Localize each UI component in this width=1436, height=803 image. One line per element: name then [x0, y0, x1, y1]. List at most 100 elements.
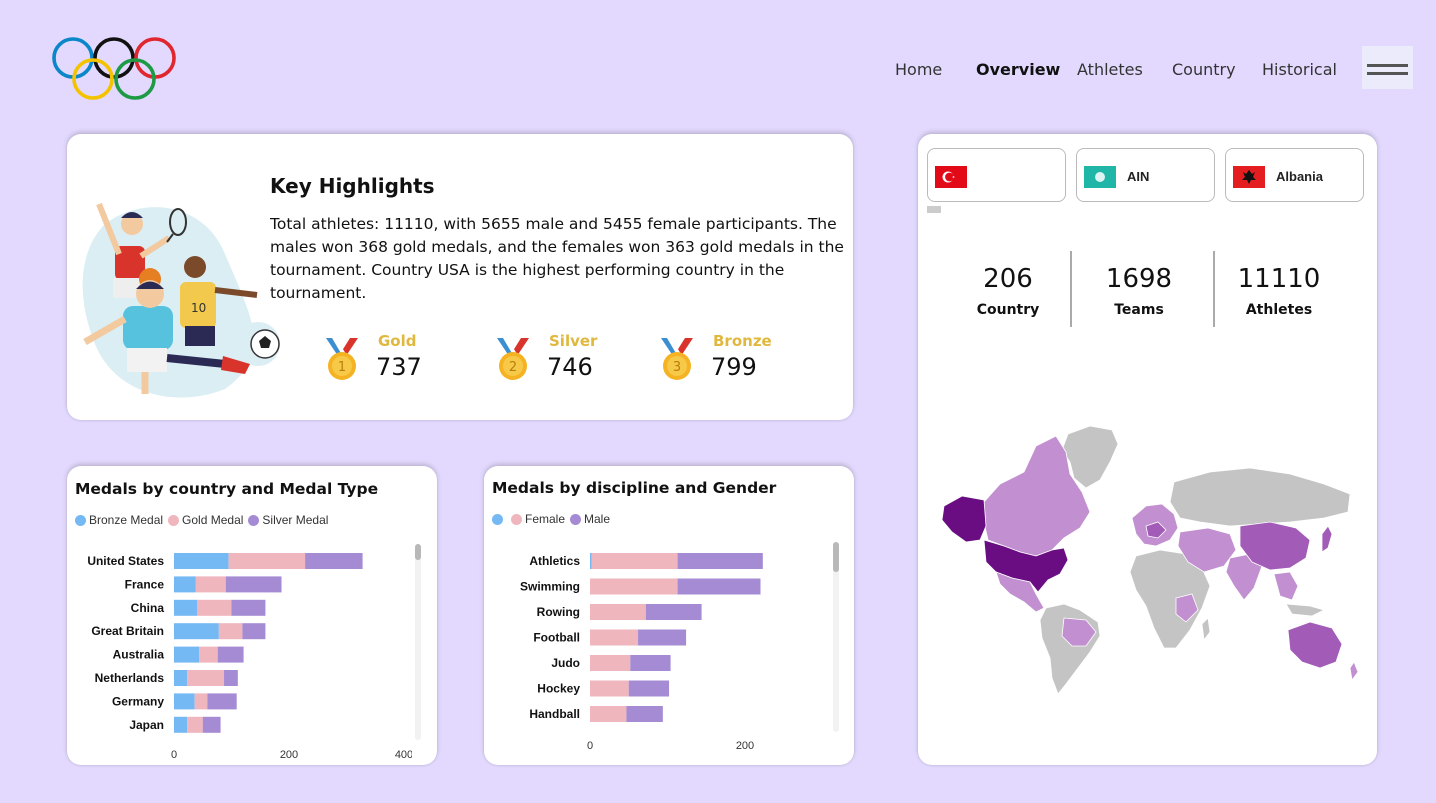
- category-label: Judo: [551, 656, 580, 670]
- legend-item[interactable]: Male: [570, 512, 610, 526]
- map-region[interactable]: [1201, 617, 1211, 642]
- legend-swatch: [248, 514, 260, 526]
- bar-segment[interactable]: [638, 629, 687, 646]
- map-region[interactable]: [1287, 621, 1343, 669]
- chart-scrollbar[interactable]: [833, 542, 839, 732]
- bar-segment[interactable]: [630, 655, 671, 671]
- bar-segment[interactable]: [195, 576, 226, 593]
- country-overview-card: AIN Albania 206 Country 1698 Teams 11110…: [918, 134, 1377, 765]
- bar-segment[interactable]: [225, 576, 282, 593]
- nav-historical[interactable]: Historical: [1262, 60, 1337, 79]
- bar-segment[interactable]: [197, 599, 232, 616]
- bronze-label: Bronze: [713, 332, 772, 350]
- bar-segment[interactable]: [645, 604, 702, 620]
- bar-segment[interactable]: [174, 599, 197, 616]
- bar-segment[interactable]: [677, 553, 763, 569]
- bar-segment[interactable]: [231, 599, 266, 616]
- nav-athletes[interactable]: Athletes: [1077, 60, 1143, 79]
- bar-segment[interactable]: [305, 553, 363, 569]
- scrollbar-thumb[interactable]: [415, 544, 421, 560]
- silver-count: 746: [547, 353, 593, 381]
- world-medals-map[interactable]: [940, 422, 1362, 700]
- x-tick-label: 200: [736, 740, 754, 752]
- gold-label: Gold: [378, 332, 417, 350]
- category-label: Australia: [113, 648, 165, 662]
- map-region[interactable]: [1321, 525, 1333, 553]
- bar-segment[interactable]: [174, 646, 200, 663]
- key-highlights-title: Key Highlights: [270, 174, 435, 198]
- bar-segment[interactable]: [174, 576, 196, 593]
- bar-segment[interactable]: [199, 646, 218, 663]
- bar-segment[interactable]: [677, 578, 761, 595]
- bar-segment[interactable]: [242, 623, 266, 640]
- bar-segment[interactable]: [590, 680, 629, 697]
- stat-country: 206 Country: [948, 264, 1068, 318]
- legend-item[interactable]: Bronze Medal: [75, 513, 163, 527]
- bar-segment[interactable]: [224, 670, 238, 686]
- legend-item[interactable]: [492, 513, 506, 525]
- bar-segment[interactable]: [187, 716, 203, 733]
- bar-segment[interactable]: [590, 655, 631, 671]
- medals-by-discipline-card: Medals by discipline and Gender Female M…: [484, 466, 854, 765]
- country-filter-turkey[interactable]: [927, 148, 1066, 202]
- bar-segment[interactable]: [207, 693, 237, 710]
- stat-label: Teams: [1114, 302, 1164, 318]
- divider: [1070, 251, 1072, 327]
- bar-segment[interactable]: [590, 553, 592, 569]
- country-filter-albania[interactable]: Albania: [1225, 148, 1364, 202]
- legend-item[interactable]: Silver Medal: [248, 513, 328, 527]
- albania-flag-icon: [1233, 166, 1265, 188]
- map-region[interactable]: [941, 495, 987, 543]
- bar-segment[interactable]: [626, 706, 663, 722]
- nav-country[interactable]: Country: [1172, 60, 1236, 79]
- bar-segment[interactable]: [174, 670, 188, 686]
- bar-segment[interactable]: [591, 553, 678, 569]
- bar-segment[interactable]: [202, 716, 221, 733]
- bar-segment[interactable]: [590, 629, 639, 646]
- athletes-illustration: 10: [82, 202, 280, 398]
- bar-segment[interactable]: [228, 553, 306, 569]
- bar-segment[interactable]: [218, 623, 243, 640]
- chart-scrollbar[interactable]: [415, 544, 421, 740]
- map-region[interactable]: [1039, 603, 1101, 695]
- scrollbar-thumb[interactable]: [833, 542, 839, 572]
- chart-legend: Female Male: [492, 512, 615, 526]
- map-region[interactable]: [1349, 661, 1359, 681]
- medals-by-country-chart: United States France China Great Britain Aus…: [87, 553, 412, 758]
- category-label: Great Britain: [91, 624, 164, 638]
- map-region[interactable]: [1273, 571, 1299, 601]
- bar-segment[interactable]: [590, 578, 678, 595]
- bar-segment[interactable]: [590, 604, 646, 620]
- bar-segment[interactable]: [217, 646, 244, 663]
- svg-text:3: 3: [673, 360, 681, 375]
- hamburger-menu-button[interactable]: [1362, 46, 1413, 89]
- bar-segment[interactable]: [174, 623, 219, 640]
- gold-count: 737: [376, 353, 422, 381]
- filter-scrollbar[interactable]: [927, 206, 941, 213]
- bar-segment[interactable]: [174, 716, 188, 733]
- map-region[interactable]: [1169, 467, 1351, 527]
- ain-flag-icon: [1084, 166, 1116, 188]
- bar-segment[interactable]: [628, 680, 670, 697]
- map-region[interactable]: [1285, 603, 1326, 617]
- stat-label: Country: [976, 302, 1040, 318]
- bar-segment[interactable]: [187, 670, 225, 686]
- silver-medal-icon: 2: [497, 338, 529, 380]
- chart-legend: Bronze Medal Gold Medal Silver Medal: [75, 513, 333, 527]
- legend-item[interactable]: Gold Medal: [168, 513, 243, 527]
- bar-segment[interactable]: [590, 706, 627, 722]
- stat-teams: 1698 Teams: [1079, 264, 1199, 318]
- legend-label: Gold Medal: [182, 513, 244, 527]
- bar-segment[interactable]: [174, 553, 229, 569]
- bar-segment[interactable]: [194, 693, 208, 710]
- x-tick-label: 400: [395, 749, 412, 758]
- medals-by-discipline-chart: Athletics Swimming Rowing Football Judo Hocke…: [520, 553, 763, 752]
- bar-segment[interactable]: [174, 693, 195, 710]
- category-label: Athletics: [529, 554, 580, 568]
- nav-home[interactable]: Home: [895, 60, 942, 79]
- nav-overview[interactable]: Overview: [976, 60, 1060, 79]
- category-label: Hockey: [537, 682, 580, 696]
- country-filter-ain[interactable]: AIN: [1076, 148, 1215, 202]
- legend-label: Bronze Medal: [89, 513, 164, 527]
- legend-item[interactable]: Female: [511, 512, 565, 526]
